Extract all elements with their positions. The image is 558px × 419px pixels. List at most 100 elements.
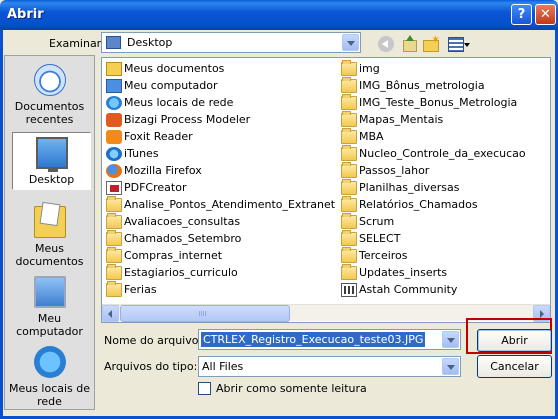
list-item-label: IMG_Bônus_metrologia — [359, 79, 485, 92]
cancel-button[interactable]: Cancelar — [477, 355, 552, 378]
list-item-label: Compras_internet — [124, 249, 223, 262]
list-item-label: Ferias — [124, 283, 157, 296]
place-recent-documents[interactable]: Documentos recentes — [5, 64, 94, 126]
title-bar[interactable]: Abrir ? ✕ — [0, 0, 558, 30]
filetype-dropdown[interactable]: All Files — [198, 356, 461, 377]
list-item-label: Chamados_Setembro — [124, 232, 242, 245]
close-button[interactable]: ✕ — [535, 4, 556, 25]
window-title: Abrir — [7, 7, 44, 22]
list-item-label: Meu computador — [124, 79, 218, 92]
list-item-label: IMG_Teste_Bonus_Metrologia — [359, 96, 518, 109]
list-item-label: Terceiros — [359, 249, 408, 262]
list-item-label: Bizagi Process Modeler — [124, 113, 251, 126]
back-arrow-icon[interactable] — [378, 36, 394, 52]
look-in-value: Desktop — [127, 36, 173, 49]
folder-icon — [341, 264, 357, 280]
chevron-down-icon[interactable] — [442, 331, 459, 348]
list-item-label: SELECT — [359, 232, 401, 245]
list-item-label: PDFCreator — [124, 181, 187, 194]
folder-icon — [106, 264, 122, 280]
folder-icon — [341, 230, 357, 246]
place-my-computer[interactable]: Meu computador — [5, 276, 94, 338]
new-folder-icon[interactable] — [423, 33, 440, 52]
folder-icon — [341, 128, 357, 144]
readonly-checkbox[interactable] — [198, 382, 211, 395]
filename-value[interactable]: CTRLEX_Registro_Execucao_teste03.JPG — [201, 332, 426, 347]
network-places-icon — [33, 346, 66, 378]
list-item-label: Meus locais de rede — [124, 96, 234, 109]
chevron-down-icon[interactable] — [342, 34, 359, 51]
folder-icon — [106, 230, 122, 246]
folder-icon — [106, 213, 122, 229]
views-menu-icon[interactable] — [448, 36, 470, 52]
astah-icon — [341, 283, 357, 297]
filetype-value: All Files — [202, 360, 244, 373]
places-bar: Documentos recentes Desktop Meus documen… — [4, 55, 95, 410]
place-label: Meu computador — [16, 312, 83, 338]
place-desktop[interactable]: Desktop — [12, 132, 91, 190]
folder-icon — [106, 247, 122, 263]
firefox-icon — [106, 164, 122, 178]
list-item-label: MBA — [359, 130, 384, 143]
file-list[interactable]: Meus documentos Meu computador Meus loca… — [101, 57, 551, 323]
scroll-left-icon[interactable] — [102, 305, 119, 322]
folder-icon — [341, 196, 357, 212]
list-item-label: Astah Community — [359, 283, 458, 296]
list-item-label: Scrum — [359, 215, 395, 228]
my-computer-icon — [106, 79, 122, 93]
list-item-label: Foxit Reader — [124, 130, 193, 143]
my-computer-icon — [33, 276, 66, 308]
my-documents-icon — [106, 62, 122, 76]
filename-field[interactable]: CTRLEX_Registro_Execucao_teste03.JPG — [198, 329, 461, 350]
network-places-icon — [106, 96, 122, 110]
folder-icon — [341, 94, 357, 110]
folder-icon — [341, 145, 357, 161]
folder-icon — [106, 196, 122, 212]
filetype-label: Arquivos do tipo: — [104, 360, 198, 373]
folder-icon — [341, 60, 357, 76]
place-label: Desktop — [28, 173, 75, 186]
list-item-label: Analise_Pontos_Atendimento_Extranet — [124, 198, 336, 211]
list-item-label: Estagiarios_curriculo — [124, 266, 238, 279]
list-item-label: img — [359, 62, 380, 75]
place-network-places[interactable]: Meus locais de rede — [5, 346, 94, 408]
scrollbar-thumb[interactable] — [120, 305, 290, 322]
folder-icon — [341, 213, 357, 229]
list-item-label: Updates_inserts — [359, 266, 448, 279]
help-button[interactable]: ? — [511, 4, 532, 25]
folder-icon — [341, 179, 357, 195]
place-label: Meus documentos — [15, 242, 84, 268]
open-button[interactable]: Abrir — [477, 329, 552, 352]
folder-icon — [341, 77, 357, 93]
list-item-label: iTunes — [124, 147, 159, 160]
foxit-icon — [106, 130, 122, 144]
list-item-label: Mozilla Firefox — [124, 164, 202, 177]
place-label: Meus locais de rede — [8, 382, 91, 408]
filename-label: Nome do arquivo: — [104, 334, 203, 347]
my-documents-icon — [33, 206, 66, 238]
folder-icon — [341, 162, 357, 178]
desktop-icon — [35, 137, 68, 172]
list-item-label: Nucleo_Controle_da_execucao — [359, 147, 526, 160]
bizagi-icon — [106, 113, 122, 127]
folder-icon — [106, 281, 122, 297]
up-folder-icon[interactable] — [401, 35, 417, 52]
recent-documents-icon — [33, 64, 66, 96]
list-item-label: Mapas_Mentais — [359, 113, 444, 126]
place-my-documents[interactable]: Meus documentos — [5, 206, 94, 268]
desktop-icon — [106, 36, 121, 49]
folder-icon — [341, 247, 357, 263]
pdfcreator-icon — [106, 181, 122, 195]
list-item-label: Relatórios_Chamados — [359, 198, 478, 211]
list-item-label: Passos_lahor — [359, 164, 430, 177]
itunes-icon — [106, 147, 122, 161]
folder-icon — [341, 111, 357, 127]
list-item-label: Planilhas_diversas — [359, 181, 460, 194]
look-in-label: Examinar: — [49, 37, 105, 50]
chevron-down-icon[interactable] — [442, 358, 459, 375]
list-item-label: Meus documentos — [124, 62, 225, 75]
place-label: Documentos recentes — [14, 100, 85, 126]
list-item-label: Avaliacoes_consultas — [124, 215, 241, 228]
look-in-dropdown[interactable]: Desktop — [101, 32, 361, 53]
readonly-label[interactable]: Abrir como somente leitura — [216, 382, 367, 395]
